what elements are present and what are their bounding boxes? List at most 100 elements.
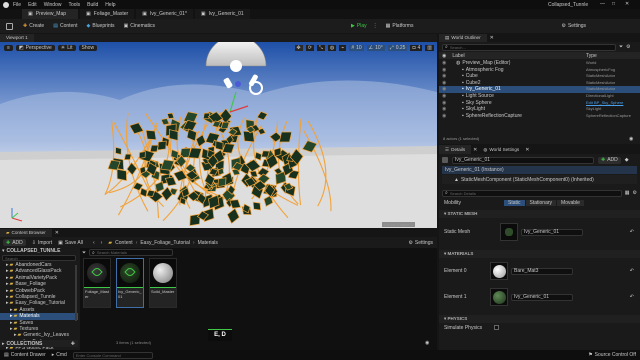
world-settings-tab[interactable]: ◍ World Settings — [477, 145, 525, 154]
breadcrumb-item[interactable]: Materials — [198, 240, 218, 246]
reset-icon[interactable]: ↶ — [630, 268, 634, 274]
blueprints-button[interactable]: ◆ Blueprints — [86, 23, 114, 29]
menu-item-build[interactable]: Build — [87, 2, 98, 8]
collections-header[interactable]: ▸ COLLECTIONS ✚ — [0, 340, 78, 347]
reset-icon[interactable]: ↶ — [630, 229, 634, 235]
blueprint-icon[interactable]: ◆ — [625, 157, 629, 163]
close-tab-icon[interactable]: ✕ — [490, 35, 494, 41]
visibility-eye-icon[interactable]: ◉ — [442, 73, 452, 80]
static-mesh-section[interactable]: ▾ STATIC MESH — [439, 210, 640, 218]
column-type[interactable]: Type — [586, 53, 597, 59]
tree-root-label[interactable]: COLLAPSED_TUNNLE — [7, 248, 61, 254]
outliner-row[interactable]: ◉ ▪ Light Source DirectionalLight — [439, 93, 640, 100]
asset-search-input[interactable]: ⌕ Search Materials — [89, 249, 174, 256]
tree-search-input[interactable]: Search — [2, 255, 76, 261]
save-icon[interactable] — [6, 22, 13, 30]
material-thumbnail[interactable] — [490, 262, 508, 280]
create-button[interactable]: ✚ Create — [23, 23, 44, 29]
visibility-eye-icon[interactable]: ◉ — [442, 100, 452, 107]
instance-row[interactable]: Ivy_Generic_01 (Instance) — [442, 166, 637, 174]
simulate-physics-checkbox[interactable] — [494, 325, 499, 330]
mobility-movable[interactable]: Movable — [557, 199, 584, 206]
mobility-stationary[interactable]: Stationary — [525, 199, 557, 206]
level-tab[interactable]: ▣ Foliage_Master — [80, 9, 135, 19]
visibility-eye-icon[interactable]: ◉ — [442, 67, 452, 74]
collapse-icon[interactable]: ▾ — [2, 248, 5, 254]
visibility-eye-icon[interactable]: ◉ — [442, 86, 452, 93]
outliner-row[interactable]: ◉ ▪ Cube StaticMeshActor — [439, 73, 640, 80]
show-button[interactable]: Show — [78, 45, 98, 51]
cinematics-button[interactable]: ▣ Cinematics — [124, 23, 155, 29]
actor-name-field[interactable]: Ivy_Generic_01 — [452, 156, 594, 164]
menu-item-tools[interactable]: Tools — [68, 2, 80, 8]
visibility-eye-icon[interactable]: ◉ — [442, 60, 452, 67]
translate-icon[interactable]: ✥ — [294, 45, 303, 51]
breadcrumb-item[interactable]: Easy_Foliage_Tutorial — [140, 240, 190, 246]
mobility-static[interactable]: Static — [504, 199, 525, 206]
filter-icon[interactable]: ⏷ — [619, 44, 623, 50]
menu-item-help[interactable]: Help — [105, 2, 115, 8]
scene-canvas[interactable] — [0, 42, 437, 228]
lit-button[interactable]: ☀ Lit — [57, 45, 76, 51]
outliner-row[interactable]: ◉ ▪ Atmospheric Fog AtmosphericFog — [439, 67, 640, 74]
expand-icon[interactable]: ▸ — [10, 326, 13, 332]
angle-snap-button[interactable]: ∠ 10° — [366, 45, 385, 51]
scale-icon[interactable]: ⤡ — [316, 45, 325, 51]
play-options-icon[interactable]: ⋮ — [373, 23, 378, 29]
add-component-button[interactable]: ✚ ADD — [598, 156, 621, 164]
viewport-scene[interactable]: ≡ ◩ Perspective ☀ Lit Show ✥ ⟳ ⤡ ◍ ⌁ #10 ∠… — [0, 42, 437, 228]
visibility-eye-icon[interactable]: ◉ — [442, 106, 452, 113]
minimize-icon[interactable]: — — [600, 1, 605, 7]
reset-icon[interactable]: ↶ — [630, 294, 634, 300]
visibility-eye-icon[interactable]: ◉ — [442, 93, 452, 100]
import-button[interactable]: ⇩ Import — [32, 240, 52, 246]
view-options-icon[interactable]: ◉ — [629, 136, 633, 142]
perspective-button[interactable]: ◩ Perspective — [15, 45, 55, 51]
content-button[interactable]: ▤ Content — [53, 23, 77, 29]
outliner-row[interactable]: ◉ ▪ Sky Sphere Edit BP_Sky_Sphere — [439, 100, 640, 107]
gear-icon[interactable]: ⚙ — [633, 190, 637, 196]
level-tab[interactable]: ▣ Ivy_Generic_01* — [136, 9, 193, 19]
filter-icon[interactable]: ⏷ — [82, 250, 86, 256]
grid-view-icon[interactable]: ▦ — [625, 190, 630, 196]
details-search-input[interactable]: ⌕ Search Details — [442, 189, 622, 197]
menu-item-file[interactable]: File — [13, 2, 21, 8]
physics-section[interactable]: ▾ PHYSICS — [439, 315, 640, 323]
static-mesh-dropdown[interactable]: Ivy_Generic_01 — [521, 228, 583, 236]
asset-tile[interactable]: Solid_Master — [149, 258, 177, 308]
visibility-eye-icon[interactable]: ◉ — [442, 80, 452, 87]
maximize-icon[interactable]: □ — [612, 1, 615, 7]
settings-button[interactable]: ⚙ Settings — [561, 23, 586, 29]
close-tab-icon[interactable]: ✕ — [55, 230, 59, 236]
mesh-thumbnail[interactable] — [500, 223, 518, 241]
camera-speed-button[interactable]: ◘ 4 — [410, 45, 423, 51]
level-tab[interactable]: ▣ Preview_Map — [22, 9, 78, 19]
close-tab-icon[interactable]: ✕ — [525, 147, 529, 153]
outliner-row[interactable]: ◉ ▪ SkyLight SkyLight — [439, 106, 640, 113]
element0-dropdown[interactable]: Bare_Mat3 — [511, 267, 573, 275]
view-options-icon[interactable]: ◉ — [425, 340, 429, 346]
element1-dropdown[interactable]: Ivy_Generic_01 — [511, 293, 573, 301]
outliner-tab[interactable]: ▤ World Outliner — [439, 34, 487, 42]
component-row[interactable]: ▲ StaticMeshComponent (StaticMeshCompone… — [442, 175, 637, 184]
breadcrumb-item[interactable]: Content — [115, 240, 133, 246]
expand-icon[interactable]: ▸ — [6, 300, 9, 306]
column-label[interactable]: Label — [452, 53, 464, 59]
materials-section[interactable]: ▾ MATERIALS — [439, 250, 640, 258]
asset-tile[interactable]: Foliage_Master — [83, 258, 111, 308]
outliner-row[interactable]: ◉ ▪ SphereReflectionCapture SphereReflectio… — [439, 113, 640, 120]
details-tab[interactable]: ☰ Details — [439, 145, 472, 154]
cmd-button[interactable]: ▸ Cmd — [52, 352, 67, 358]
grid-snap-button[interactable]: #10 — [349, 45, 364, 51]
source-control-button[interactable]: ⚑ Source Control Off — [588, 352, 636, 358]
play-button[interactable]: ▶ Play — [351, 23, 367, 29]
content-drawer-button[interactable]: ▤ Content Drawer — [4, 352, 46, 358]
menu-item-edit[interactable]: Edit — [28, 2, 37, 8]
menu-item-window[interactable]: Window — [44, 2, 62, 8]
close-icon[interactable]: ✕ — [625, 1, 629, 7]
world-icon[interactable]: ◍ — [327, 45, 337, 51]
gear-icon[interactable]: ⚙ — [626, 44, 630, 50]
level-tab[interactable]: ▣ Ivy_Generic_01 — [194, 9, 250, 19]
visibility-eye-icon[interactable]: ◉ — [442, 113, 452, 120]
viewport-tab[interactable]: Viewport 1 — [0, 34, 34, 42]
